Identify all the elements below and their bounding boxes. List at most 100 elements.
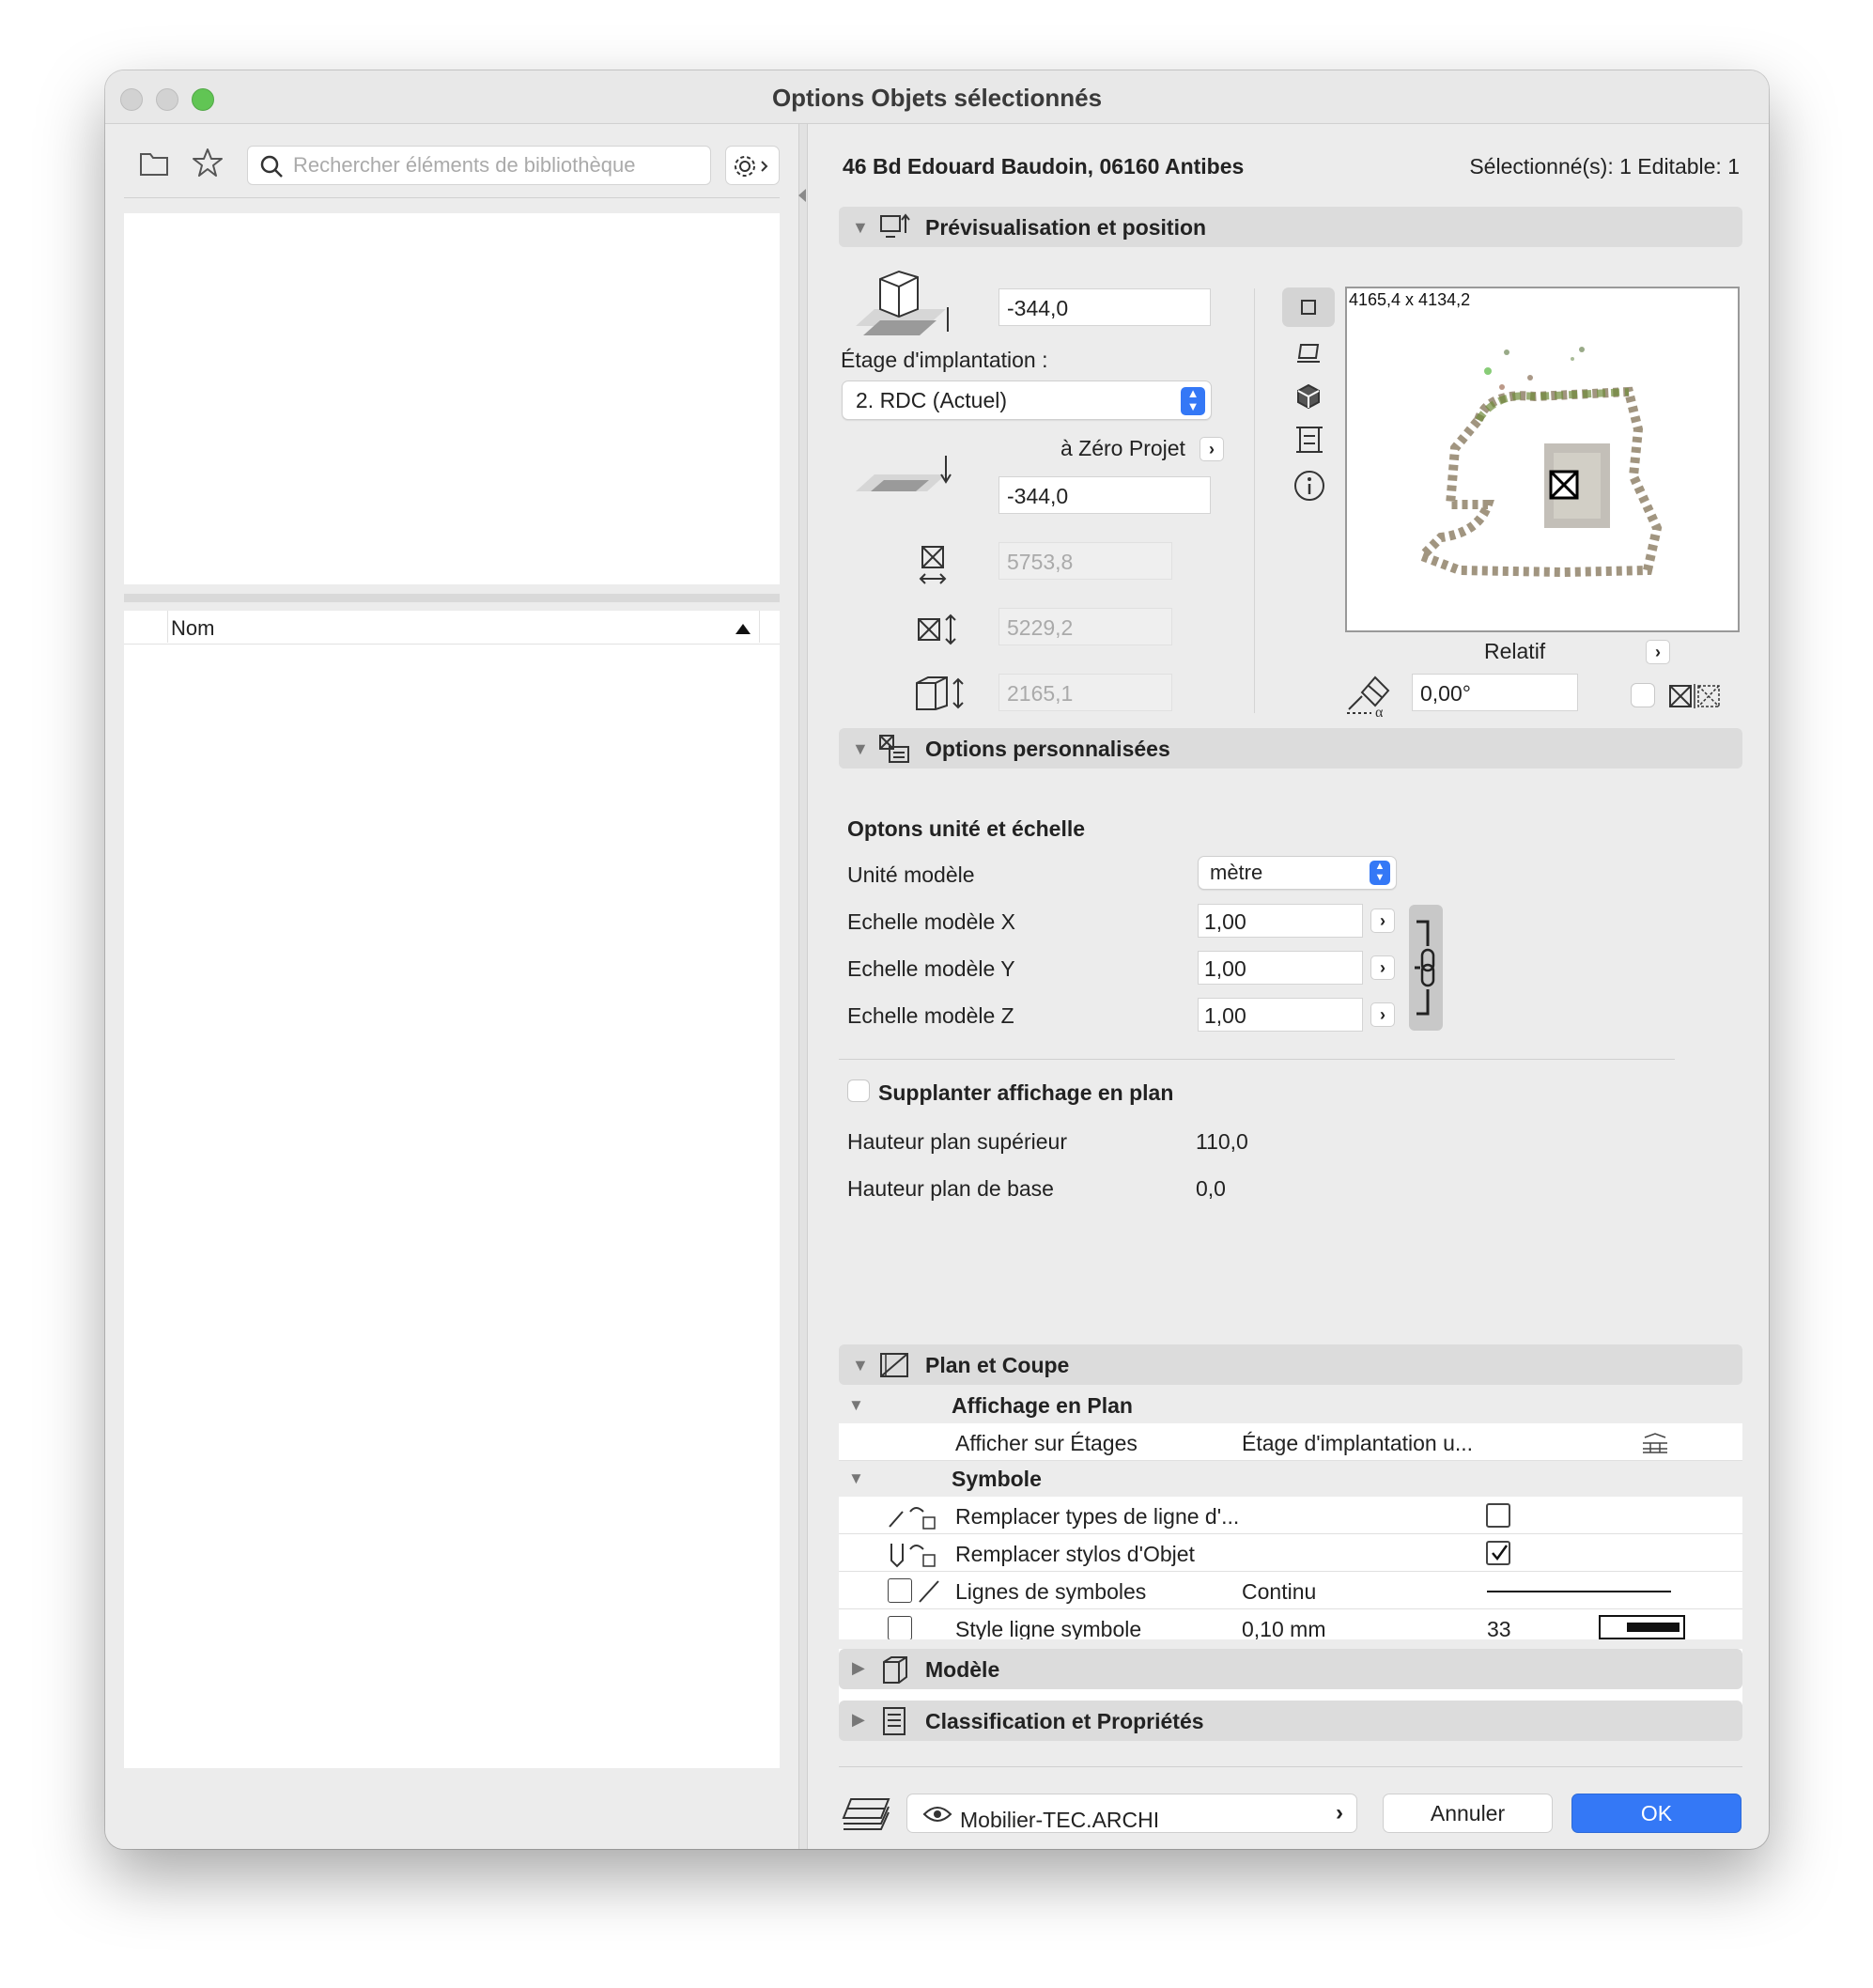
svg-text:α: α xyxy=(1375,705,1384,719)
symbol-style-value: 0,10 mm xyxy=(1242,1617,1326,1641)
table-clip-edge xyxy=(839,1639,1742,1649)
chain-link-icon xyxy=(1415,920,1435,1016)
line-slash-icon xyxy=(919,1580,939,1603)
select-stepper-icon: ▲ ▼ xyxy=(1370,861,1390,885)
scale-x-field[interactable]: 1,00 xyxy=(1198,904,1363,938)
depth-dimension-icon xyxy=(918,613,956,645)
section-classification-label: Classification et Propriétés xyxy=(925,1709,1204,1733)
scale-x-arrow-button[interactable]: › xyxy=(1370,909,1395,933)
show-on-label: Afficher sur Étages xyxy=(955,1431,1138,1455)
disclosure-open-icon[interactable]: ▼ xyxy=(852,218,869,238)
replace-lines-label: Remplacer types de ligne d'... xyxy=(955,1504,1240,1529)
disclosure-open-icon[interactable]: ▼ xyxy=(848,1469,864,1488)
story-label: Étage d'implantation : xyxy=(841,348,1048,372)
section-custom-options[interactable]: ▼ Options personnalisées xyxy=(839,728,1742,769)
pane-splitter[interactable] xyxy=(124,594,780,602)
group-row-display[interactable]: ▼ Affichage en Plan xyxy=(839,1388,1742,1423)
preview-position-icon xyxy=(880,213,910,238)
replace-lines-checkbox[interactable] xyxy=(1486,1503,1510,1528)
disclosure-open-icon[interactable]: ▼ xyxy=(852,739,869,759)
scale-y-field[interactable]: 1,00 xyxy=(1198,951,1363,985)
cancel-button[interactable]: Annuler xyxy=(1383,1794,1553,1833)
custom-options-icon xyxy=(879,735,909,763)
library-list[interactable]: Nom xyxy=(124,611,780,1768)
scale-y-arrow-button[interactable]: › xyxy=(1370,955,1395,980)
table-row-replace-pens[interactable]: Remplacer stylos d'Objet xyxy=(839,1534,1742,1572)
footer-separator xyxy=(839,1766,1742,1767)
pen-swatch[interactable] xyxy=(1599,1615,1685,1639)
section-plan-section[interactable]: ▼ Plan et Coupe xyxy=(839,1344,1742,1385)
disclosure-open-icon[interactable]: ▼ xyxy=(852,1356,869,1375)
view-3d-icon[interactable] xyxy=(1296,383,1321,410)
section-preview-position[interactable]: ▼ Prévisualisation et position xyxy=(839,207,1742,247)
name-column-header[interactable]: Nom xyxy=(171,616,214,641)
layer-select[interactable]: Mobilier-TEC.ARCHI › xyxy=(906,1794,1357,1833)
relative-toggle-button[interactable]: › xyxy=(1646,640,1670,664)
symbol-lines-value: Continu xyxy=(1242,1579,1317,1604)
zero-project-label: à Zéro Projet xyxy=(1060,436,1185,460)
options-dialog: Options Objets sélectionnés Nom xyxy=(105,70,1769,1849)
library-search-input[interactable] xyxy=(293,152,697,179)
replace-pens-label: Remplacer stylos d'Objet xyxy=(955,1542,1195,1566)
document-icon xyxy=(883,1707,906,1735)
group-row-symbol[interactable]: ▼ Symbole xyxy=(839,1461,1742,1497)
scale-link-button[interactable] xyxy=(1409,905,1443,1031)
elevation-field[interactable]: -344,0 xyxy=(998,288,1211,326)
unit-select[interactable]: mètre ▲ ▼ xyxy=(1198,856,1397,890)
selection-count: Sélectionné(s): 1 Editable: 1 xyxy=(1469,154,1740,179)
rotation-angle-field[interactable]: 0,00° xyxy=(1412,674,1578,711)
line-type-preview xyxy=(1487,1591,1671,1592)
override-plan-checkbox[interactable] xyxy=(847,1079,870,1102)
section-classification[interactable]: ▶ Classification et Propriétés xyxy=(839,1701,1742,1741)
scale-z-arrow-button[interactable]: › xyxy=(1370,1002,1395,1027)
replace-pens-checkbox[interactable] xyxy=(1486,1541,1510,1565)
rotation-angle-icon: α xyxy=(1347,676,1390,719)
model-cube-icon xyxy=(883,1656,907,1684)
list-header[interactable]: Nom xyxy=(124,611,780,645)
disclosure-open-icon[interactable]: ▼ xyxy=(848,1396,864,1415)
show-on-value: Étage d'implantation u... xyxy=(1242,1431,1474,1455)
width-field: 5753,8 xyxy=(998,542,1172,580)
disclosure-closed-icon[interactable]: ▶ xyxy=(852,1710,865,1730)
unit-label: Unité modèle xyxy=(847,862,975,887)
story-select-value: 2. RDC (Actuel) xyxy=(856,388,1008,412)
upper-height-value: 110,0 xyxy=(1196,1129,1248,1154)
view-section-icon[interactable] xyxy=(1294,426,1324,454)
stories-icon[interactable] xyxy=(1641,1432,1669,1454)
pane-divider[interactable] xyxy=(798,124,808,1849)
symbol-style-checkbox[interactable] xyxy=(888,1616,912,1640)
symbol-style-label: Style ligne symbole xyxy=(955,1617,1142,1641)
title-bar: Options Objets sélectionnés xyxy=(105,70,1769,124)
info-icon[interactable] xyxy=(1293,470,1325,502)
view-plan-button[interactable] xyxy=(1282,287,1335,327)
elevation-zero-field[interactable]: -344,0 xyxy=(998,476,1211,514)
project-name: 46 Bd Edouard Baudoin, 06160 Antibes xyxy=(843,154,1245,179)
library-search-box[interactable] xyxy=(247,146,711,185)
plan-section-icon xyxy=(880,1353,908,1377)
symbol-lines-checkbox[interactable] xyxy=(888,1578,912,1603)
library-tree[interactable] xyxy=(124,213,780,584)
table-row-show-on[interactable]: Afficher sur Étages Étage d'implantation… xyxy=(839,1423,1742,1461)
story-select[interactable]: 2. RDC (Actuel) ▲ ▼ xyxy=(842,381,1212,420)
section-model[interactable]: ▶ Modèle xyxy=(839,1649,1742,1689)
table-row-replace-lines[interactable]: Remplacer types de ligne d'... xyxy=(839,1497,1742,1534)
symbol-lines-label: Lignes de symboles xyxy=(955,1579,1147,1604)
scale-z-field[interactable]: 1,00 xyxy=(1198,998,1363,1032)
disclosure-closed-icon[interactable]: ▶ xyxy=(852,1658,865,1678)
mirror-toggle-icon[interactable] xyxy=(1668,684,1721,708)
sort-ascending-icon[interactable] xyxy=(735,622,751,635)
mirror-checkbox[interactable] xyxy=(1631,683,1655,707)
width-dimension-icon xyxy=(919,546,947,584)
favorites-star-icon[interactable] xyxy=(192,148,224,179)
symbol-style-pen: 33 xyxy=(1487,1617,1511,1641)
table-row-symbol-lines[interactable]: Lignes de symboles Continu xyxy=(839,1572,1742,1609)
object-preview: 4165,4 x 4134,2 xyxy=(1345,287,1740,632)
ok-button[interactable]: OK xyxy=(1571,1794,1741,1833)
folder-icon[interactable] xyxy=(139,150,169,177)
view-side-icon[interactable] xyxy=(1295,343,1322,365)
library-settings-button[interactable] xyxy=(725,146,780,185)
line-type-override-icon xyxy=(889,1507,936,1530)
zero-project-toggle-button[interactable]: › xyxy=(1200,437,1224,461)
display-group-label: Affichage en Plan xyxy=(952,1393,1133,1418)
collapse-arrow-icon[interactable] xyxy=(797,188,808,203)
